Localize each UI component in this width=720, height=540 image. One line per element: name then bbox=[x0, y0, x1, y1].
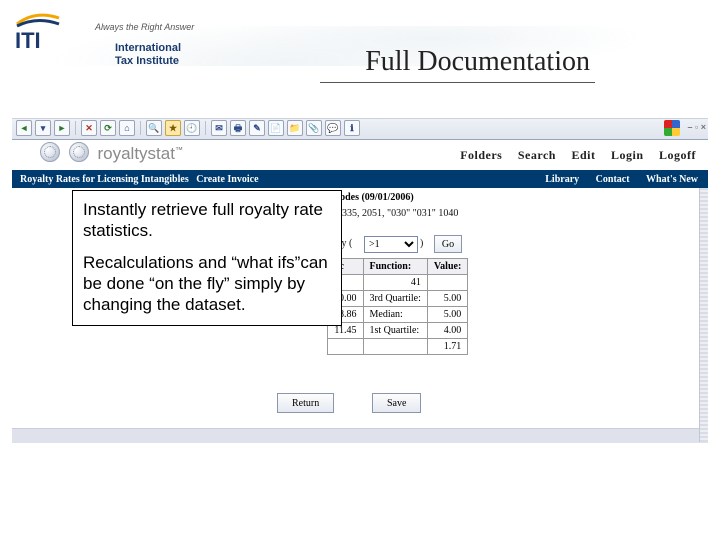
table-row: 8.86 Median: 5.00 bbox=[328, 307, 468, 323]
vertical-scrollbar[interactable] bbox=[699, 188, 708, 442]
notes-icon[interactable]: 📄 bbox=[268, 120, 284, 136]
dropdown-icon[interactable]: ▾ bbox=[35, 120, 51, 136]
mail-icon[interactable]: ✉ bbox=[211, 120, 227, 136]
menu-edit[interactable]: Edit bbox=[571, 148, 595, 162]
orb-icon bbox=[40, 142, 60, 162]
app-logo: royaltystat™ bbox=[40, 142, 183, 164]
callout-p1: Instantly retrieve full royalty rate sta… bbox=[83, 199, 331, 242]
logo-swoop-icon bbox=[15, 12, 61, 28]
window-controls[interactable]: – ▫ × bbox=[688, 122, 706, 132]
col-fn: Function: bbox=[363, 259, 427, 275]
logo-subtitle: International Tax Institute bbox=[115, 42, 181, 68]
sic-codes-value: , 3335, 2051, "030" "031" 1040 bbox=[332, 208, 458, 219]
refresh-icon[interactable]: ⟳ bbox=[100, 120, 116, 136]
title-underline bbox=[320, 82, 595, 83]
edit-icon[interactable]: ✎ bbox=[249, 120, 265, 136]
callout-box: Instantly retrieve full royalty rate sta… bbox=[72, 190, 342, 326]
iti-logo: ITI bbox=[15, 12, 61, 53]
folder-icon[interactable]: 📁 bbox=[287, 120, 303, 136]
menu-folders[interactable]: Folders bbox=[460, 148, 502, 162]
search-icon[interactable]: 🔍 bbox=[146, 120, 162, 136]
table-row: 1.71 bbox=[328, 339, 468, 355]
forward-icon[interactable]: ► bbox=[54, 120, 70, 136]
header-wave-decoration bbox=[0, 26, 720, 66]
history-icon[interactable]: 🕘 bbox=[184, 120, 200, 136]
app-top-menu: Folders Search Edit Login Logoff bbox=[448, 148, 696, 163]
nav-contact[interactable]: Contact bbox=[596, 174, 630, 185]
browser-toolbar: ◄ ▾ ► ✕ ⟳ ⌂ 🔍 ★ 🕘 ✉ 🖶 ✎ 📄 📁 📎 💬 ℹ – ▫ × bbox=[12, 118, 708, 140]
orb-icon bbox=[69, 142, 89, 162]
favorites-icon[interactable]: ★ bbox=[165, 120, 181, 136]
nav-left[interactable]: Royalty Rates for Licensing Intangibles bbox=[20, 174, 189, 185]
info-icon[interactable]: ℹ bbox=[344, 120, 360, 136]
app-footer-bar bbox=[12, 428, 708, 443]
page-title: Full Documentation bbox=[365, 46, 590, 78]
back-icon[interactable]: ◄ bbox=[16, 120, 32, 136]
nav-library[interactable]: Library bbox=[545, 174, 579, 185]
table-row: 30.00 3rd Quartile: 5.00 bbox=[328, 291, 468, 307]
return-button[interactable]: Return bbox=[277, 393, 334, 413]
col-val: Value: bbox=[427, 259, 467, 275]
save-button[interactable]: Save bbox=[372, 393, 421, 413]
table-row: 11.45 1st Quartile: 4.00 bbox=[328, 323, 468, 339]
clip-icon[interactable]: 📎 bbox=[306, 120, 322, 136]
stop-icon[interactable]: ✕ bbox=[81, 120, 97, 136]
menu-logoff[interactable]: Logoff bbox=[659, 148, 696, 162]
windows-logo-icon bbox=[664, 120, 680, 136]
logo-text: ITI bbox=[15, 28, 41, 53]
logo-tagline: Always the Right Answer bbox=[95, 22, 194, 32]
app-brand-row: royaltystat™ Folders Search Edit Login L… bbox=[12, 140, 708, 172]
frequency-select[interactable]: >1 bbox=[364, 236, 418, 253]
callout-p2: Recalculations and “what ifs”can be done… bbox=[83, 252, 331, 316]
go-button[interactable]: Go bbox=[434, 235, 462, 253]
menu-search[interactable]: Search bbox=[518, 148, 556, 162]
table-row: 41 bbox=[328, 275, 468, 291]
menu-login[interactable]: Login bbox=[611, 148, 644, 162]
home-icon[interactable]: ⌂ bbox=[119, 120, 135, 136]
nav-whatsnew[interactable]: What's New bbox=[646, 174, 698, 185]
slide-header: ITI Always the Right Answer Internationa… bbox=[0, 0, 720, 80]
app-nav-strip: Royalty Rates for Licensing Intangibles … bbox=[12, 172, 708, 188]
print-icon[interactable]: 🖶 bbox=[230, 120, 246, 136]
statistics-table: uc Function: Value: 41 30.00 3rd Quartil… bbox=[327, 258, 468, 355]
chat-icon[interactable]: 💬 bbox=[325, 120, 341, 136]
nav-create-invoice[interactable]: Create Invoice bbox=[196, 174, 258, 185]
